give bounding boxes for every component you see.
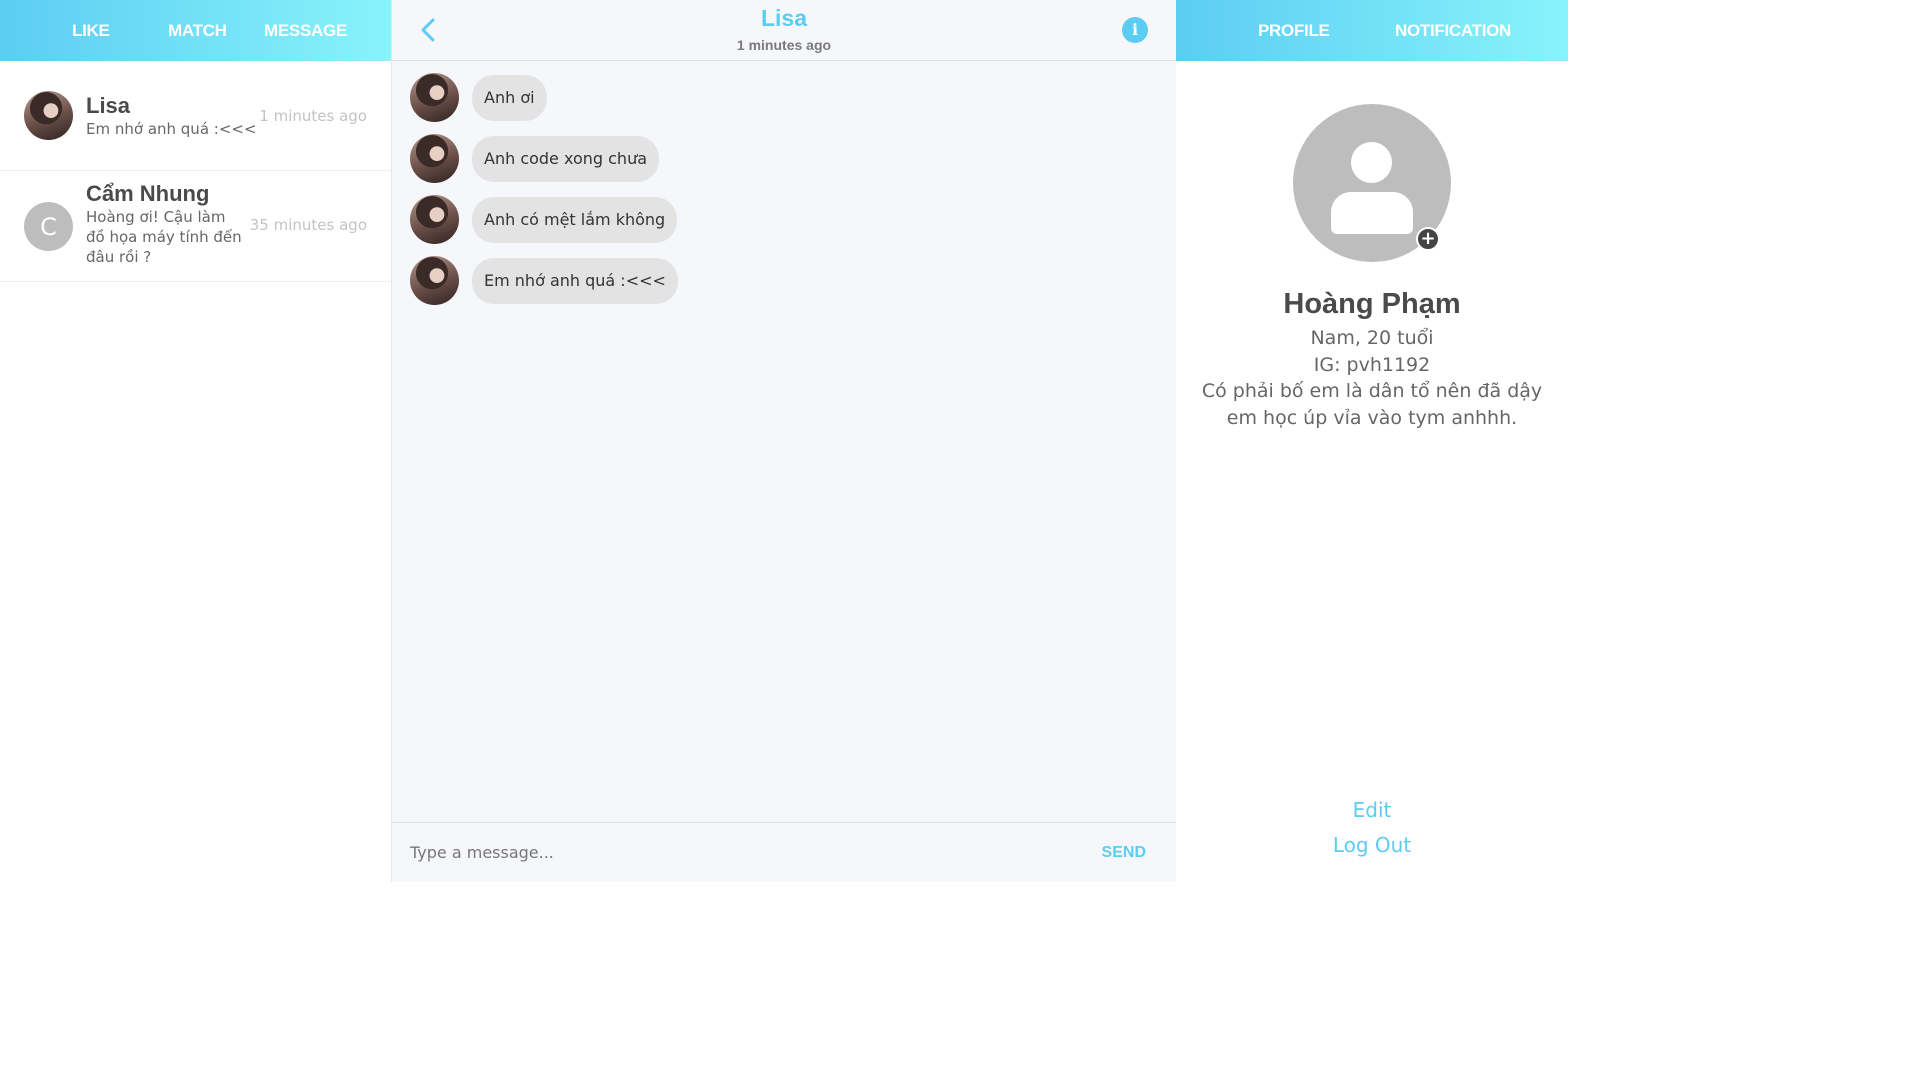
tab-message[interactable]: MESSAGE bbox=[264, 21, 347, 41]
avatar bbox=[410, 195, 459, 244]
message-row: Anh code xong chưa bbox=[410, 128, 1176, 189]
profile-bio: Có phải bố em là dân tổ nên đã dậy em họ… bbox=[1201, 380, 1543, 429]
profile-ig: IG: pvh1192 bbox=[1313, 354, 1431, 376]
info-icon[interactable]: i bbox=[1122, 17, 1148, 43]
conversation-name: Lisa bbox=[86, 92, 131, 118]
conversation-last-message: Hoàng ơi! Cậu làm đồ họa máy tính đến đâ… bbox=[86, 208, 242, 266]
chat-title: Lisa bbox=[760, 5, 808, 31]
left-nav-bar: LIKE MATCH MESSAGE bbox=[0, 0, 391, 61]
right-nav-bar: PROFILE NOTIFICATION bbox=[1176, 0, 1568, 61]
tab-notification[interactable]: NOTIFICATION bbox=[1395, 21, 1511, 41]
conversations-panel: LIKE MATCH MESSAGE Lisa Em nhớ anh quá :… bbox=[0, 0, 392, 882]
edit-link[interactable]: Edit bbox=[1176, 798, 1568, 822]
message-bubble: Anh có mệt lắm không bbox=[472, 196, 678, 243]
conversation-time: 1 minutes ago bbox=[259, 107, 367, 125]
profile-gender-age: Nam, 20 tuổi bbox=[1310, 327, 1434, 349]
profile-name: Hoàng Phạm bbox=[1283, 288, 1461, 320]
message-composer: SEND bbox=[392, 822, 1176, 882]
logout-link[interactable]: Log Out bbox=[1176, 833, 1568, 857]
send-button[interactable]: SEND bbox=[1102, 844, 1146, 862]
conversation-meta: Lisa Em nhớ anh quá :<<< bbox=[86, 93, 266, 139]
avatar bbox=[410, 73, 459, 122]
tab-profile[interactable]: PROFILE bbox=[1258, 21, 1330, 41]
plus-circle-icon[interactable]: + bbox=[1416, 227, 1440, 251]
message-bubble: Anh ơi bbox=[472, 74, 547, 121]
avatar bbox=[410, 134, 459, 183]
message-list: Anh ơi Anh code xong chưa Anh có mệt lắm… bbox=[392, 61, 1176, 311]
tab-match[interactable]: MATCH bbox=[168, 21, 227, 41]
conversation-time: 35 minutes ago bbox=[249, 216, 367, 234]
conversation-last-message: Em nhớ anh quá :<<< bbox=[86, 119, 257, 138]
message-row: Anh có mệt lắm không bbox=[410, 189, 1176, 250]
chat-panel: Lisa 1 minutes ago i Anh ơi Anh code xon… bbox=[392, 0, 1176, 882]
conversation-item-lisa[interactable]: Lisa Em nhớ anh quá :<<< 1 minutes ago bbox=[0, 61, 391, 171]
message-row: Em nhớ anh quá :<<< bbox=[410, 250, 1176, 311]
avatar: C bbox=[24, 202, 73, 251]
profile-panel: PROFILE NOTIFICATION + Hoàng Phạm Nam, 2… bbox=[1176, 0, 1568, 882]
conversation-name: Cẩm Nhung bbox=[86, 181, 210, 206]
conversation-meta: Cẩm Nhung Hoàng ơi! Cậu làm đồ họa máy t… bbox=[86, 181, 246, 281]
message-input[interactable] bbox=[392, 843, 1102, 862]
message-bubble: Anh code xong chưa bbox=[472, 135, 660, 182]
chat-header: Lisa 1 minutes ago i bbox=[392, 0, 1176, 61]
tab-like[interactable]: LIKE bbox=[72, 21, 110, 41]
chat-subtitle: 1 minutes ago bbox=[736, 37, 832, 53]
conversation-item-cam-nhung[interactable]: C Cẩm Nhung Hoàng ơi! Cậu làm đồ họa máy… bbox=[0, 171, 391, 282]
avatar bbox=[24, 91, 73, 140]
app: LIKE MATCH MESSAGE Lisa Em nhớ anh quá :… bbox=[0, 0, 1568, 882]
message-bubble: Em nhớ anh quá :<<< bbox=[472, 257, 678, 304]
message-row: Anh ơi bbox=[410, 67, 1176, 128]
avatar bbox=[410, 256, 459, 305]
